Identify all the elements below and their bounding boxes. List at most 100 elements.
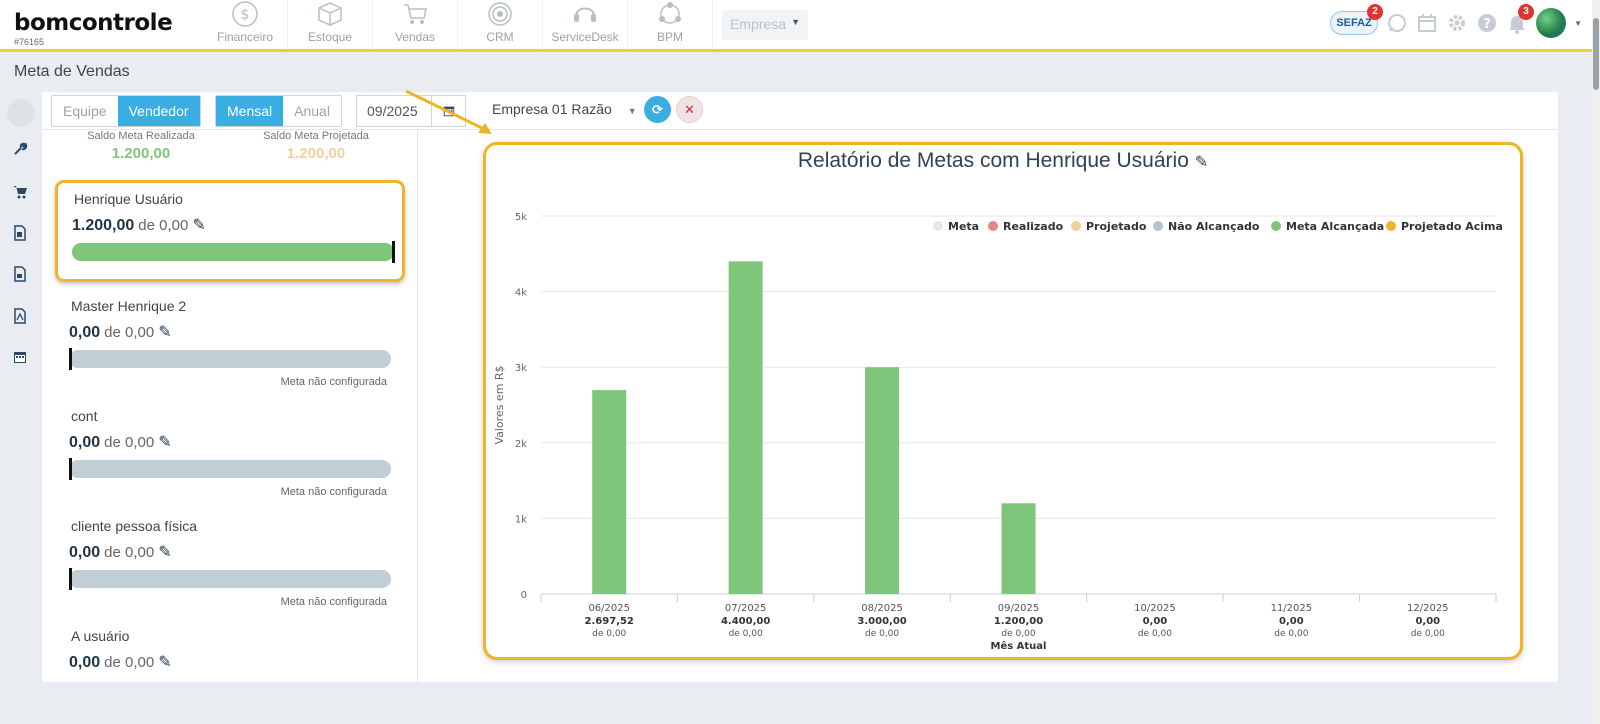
module-label: Estoque bbox=[307, 30, 353, 44]
y-tick-label: 0 bbox=[521, 590, 527, 601]
sefaz-badge: 2 bbox=[1367, 4, 1384, 20]
sefaz-button[interactable]: SEFAZ 2 bbox=[1330, 4, 1384, 35]
saldo-projetada-label: Saldo Meta Projetada bbox=[263, 130, 369, 142]
saldo-realizada: Saldo Meta Realizada 1.200,00 bbox=[56, 130, 226, 162]
edit-icon[interactable]: ✎ bbox=[158, 324, 171, 341]
edit-icon[interactable]: ✎ bbox=[158, 544, 171, 561]
legend-item: Não Alcançado bbox=[1168, 220, 1260, 233]
seller-value: 0,00 bbox=[69, 324, 101, 341]
scope-equipe-button[interactable]: Equipe bbox=[52, 96, 118, 126]
seller-note: Meta não configurada bbox=[280, 376, 387, 388]
gear-icon[interactable] bbox=[1446, 12, 1468, 34]
seller-note: Meta não configurada bbox=[280, 486, 387, 498]
cart-icon[interactable] bbox=[12, 183, 30, 201]
caret-down-icon[interactable]: ▼ bbox=[1574, 19, 1582, 28]
chart-bar bbox=[865, 367, 900, 594]
period-anual-button[interactable]: Anual bbox=[283, 96, 341, 126]
help-icon[interactable]: ? bbox=[1476, 12, 1498, 34]
seller-card[interactable]: Master Henrique 2 0,00 de 0,00 ✎ Meta não … bbox=[55, 290, 405, 392]
legend-item: Projetado Acima bbox=[1401, 220, 1503, 233]
app-logo[interactable]: bomcontrole bbox=[14, 10, 173, 36]
seller-value: 0,00 bbox=[69, 654, 101, 671]
empresa-top-label: Empresa bbox=[730, 16, 787, 32]
edit-icon[interactable]: ✎ bbox=[192, 217, 205, 234]
edit-icon[interactable]: ✎ bbox=[158, 654, 171, 671]
progress-marker bbox=[69, 568, 72, 590]
clear-filter-button[interactable]: ✕ bbox=[676, 96, 703, 123]
sefaz-label: SEFAZ bbox=[1336, 17, 1372, 29]
seller-card[interactable]: cliente pessoa física 0,00 de 0,00 ✎ Meta … bbox=[55, 510, 405, 612]
module-vendas[interactable]: Vendas bbox=[373, 0, 458, 49]
x-goal-label: de 0,00 bbox=[729, 629, 763, 639]
edit-icon[interactable]: ✎ bbox=[158, 434, 171, 451]
module-servicedesk[interactable]: ServiceDesk bbox=[543, 0, 628, 49]
saldo-projetada-value: 1.200,00 bbox=[286, 145, 346, 162]
empresa-select-value: Empresa 01 Razão bbox=[492, 101, 612, 117]
empresa-select[interactable]: Empresa 01 Razão ▼ bbox=[492, 101, 637, 117]
seller-goal: de 0,00 bbox=[104, 654, 155, 671]
seller-amount: 0,00 de 0,00 ✎ bbox=[69, 322, 172, 342]
x-tick-label: 06/2025 bbox=[588, 603, 630, 614]
seller-progress-bar bbox=[69, 348, 391, 370]
x-value-label: 1.200,00 bbox=[994, 616, 1043, 627]
x-goal-label: de 0,00 bbox=[1411, 629, 1445, 639]
seller-card[interactable]: A usuário 0,00 de 0,00 ✎ bbox=[55, 620, 405, 682]
x-goal-label: de 0,00 bbox=[1138, 629, 1172, 639]
dollar-coin-icon: $ bbox=[232, 1, 258, 27]
module-nav: $ Financeiro Estoque Vendas CRM ServiceD… bbox=[203, 0, 713, 49]
seller-goal: de 0,00 bbox=[138, 217, 189, 234]
seller-value: 1.200,00 bbox=[72, 217, 135, 234]
seller-name: A usuário bbox=[71, 628, 130, 644]
legend-marker bbox=[988, 221, 998, 231]
seller-name: Henrique Usuário bbox=[74, 191, 183, 207]
report-file-icon[interactable] bbox=[12, 266, 30, 284]
module-label: Vendas bbox=[394, 30, 436, 44]
pdf-file-icon[interactable] bbox=[12, 308, 30, 326]
legend-marker bbox=[1386, 221, 1396, 231]
progress-marker bbox=[69, 348, 72, 370]
page-scrollbar[interactable] bbox=[1592, 0, 1600, 724]
progress-fill bbox=[72, 243, 394, 261]
scope-toggle: Equipe Vendedor bbox=[51, 95, 201, 127]
top-bar: bomcontrole #76165 $ Financeiro Estoque … bbox=[0, 0, 1600, 52]
calendar-icon[interactable] bbox=[12, 349, 30, 367]
scope-vendedor-button[interactable]: Vendedor bbox=[117, 96, 200, 126]
y-tick-label: 4k bbox=[515, 288, 527, 299]
wrench-icon[interactable] bbox=[12, 141, 30, 159]
period-mensal-button[interactable]: Mensal bbox=[216, 96, 284, 126]
seller-progress-bar bbox=[72, 241, 395, 263]
module-crm[interactable]: CRM bbox=[458, 0, 543, 49]
seller-amount: 0,00 de 0,00 ✎ bbox=[69, 542, 172, 562]
svg-text:?: ? bbox=[1483, 17, 1491, 32]
notifications-badge: 3 bbox=[1518, 4, 1535, 20]
seller-card[interactable]: Henrique Usuário 1.200,00 de 0,00 ✎ bbox=[55, 180, 405, 282]
avatar[interactable] bbox=[1536, 8, 1567, 38]
seller-name: Master Henrique 2 bbox=[71, 298, 187, 314]
network-icon bbox=[659, 2, 681, 24]
seller-amount: 1.200,00 de 0,00 ✎ bbox=[72, 215, 206, 235]
seller-goal: de 0,00 bbox=[104, 434, 155, 451]
top-right-tools: SEFAZ 2 ? 3 ▼ bbox=[1330, 4, 1582, 38]
seller-card[interactable]: cont 0,00 de 0,00 ✎ Meta não configurada bbox=[55, 400, 405, 502]
module-estoque[interactable]: Estoque bbox=[288, 0, 373, 49]
bell-icon[interactable]: 3 bbox=[1506, 4, 1535, 34]
headset-icon bbox=[574, 7, 596, 22]
module-bpm[interactable]: BPM bbox=[628, 0, 713, 49]
calendar-icon[interactable] bbox=[1416, 12, 1438, 34]
module-financeiro[interactable]: $ Financeiro bbox=[203, 0, 288, 49]
empresa-top-select[interactable]: Empresa ▼ bbox=[722, 10, 808, 40]
x-tick-label: 09/2025 bbox=[998, 603, 1040, 614]
x-value-label: 0,00 bbox=[1279, 616, 1304, 627]
seller-goal: de 0,00 bbox=[104, 544, 155, 561]
whatsapp-icon[interactable] bbox=[1386, 12, 1408, 34]
seller-list: Saldo Meta Realizada 1.200,00 Saldo Meta… bbox=[42, 130, 418, 682]
chart-bar bbox=[1001, 503, 1036, 594]
legend-item: Projetado bbox=[1086, 220, 1147, 233]
excel-file-icon[interactable] bbox=[12, 225, 30, 243]
x-tick-label: 12/2025 bbox=[1407, 603, 1449, 614]
x-tick-label: 11/2025 bbox=[1271, 603, 1313, 614]
bar-chart: 0 1k 2k 3k 4k 5k Valores em R$ 06/2025 2.697,52 d… bbox=[493, 212, 1503, 652]
scrollbar-thumb[interactable] bbox=[1593, 18, 1599, 90]
svg-text:$: $ bbox=[241, 7, 250, 23]
refresh-button[interactable]: ⟳ bbox=[644, 96, 671, 123]
